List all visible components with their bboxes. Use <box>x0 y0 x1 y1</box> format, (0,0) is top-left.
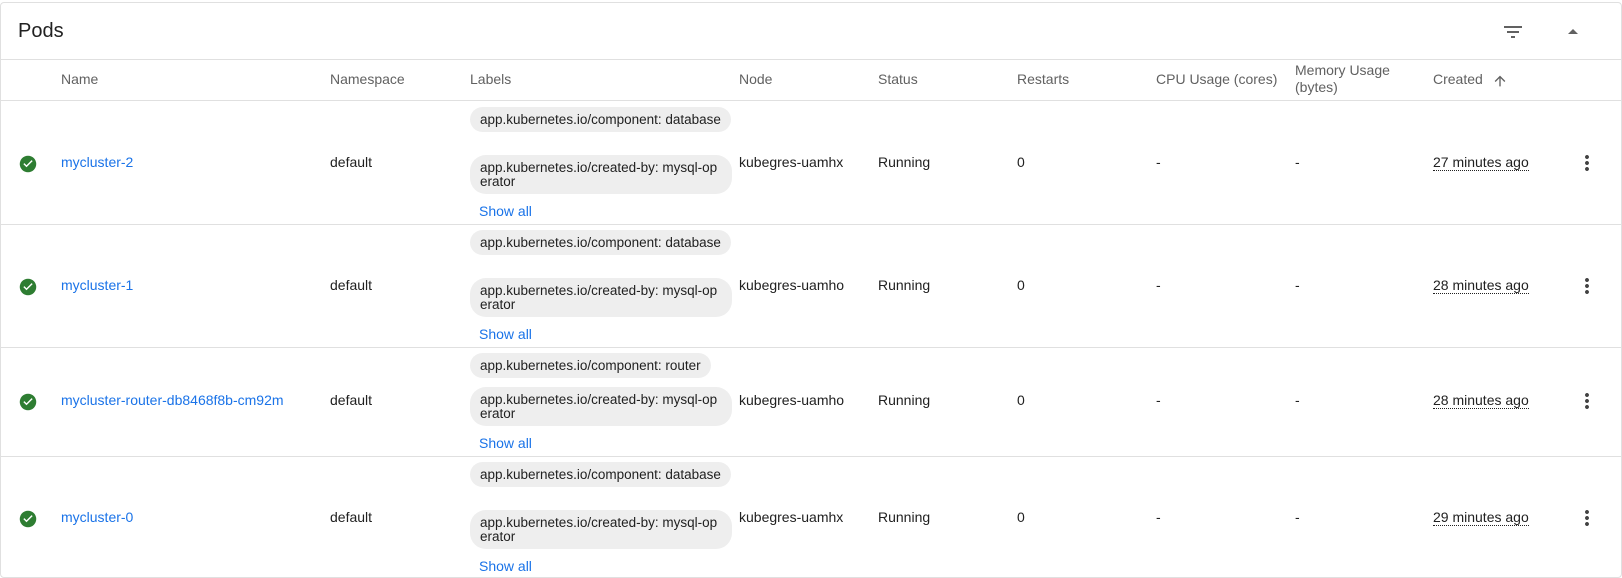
label-chip: app.kubernetes.io/created-by: mysql-oper… <box>470 278 732 317</box>
check-circle-icon <box>19 393 37 411</box>
pod-name-link[interactable]: mycluster-router-db8468f8b-cm92m <box>61 392 284 408</box>
restarts-cell: 0 <box>1017 277 1025 293</box>
status-cell: Running <box>878 392 931 408</box>
column-header-name[interactable]: Name <box>61 71 98 87</box>
pods-card: Pods Name Namespace Labels Node Status R… <box>0 2 1622 578</box>
column-header-memory-line2: (bytes) <box>1295 79 1338 95</box>
pod-name-link[interactable]: mycluster-2 <box>61 154 133 170</box>
pod-name-link[interactable]: mycluster-1 <box>61 277 133 293</box>
created-timestamp[interactable]: 28 minutes ago <box>1433 278 1529 294</box>
table-row: mycluster-2 default app.kubernetes.io/co… <box>1 102 1621 225</box>
status-cell: Running <box>878 509 931 525</box>
check-circle-icon <box>19 155 37 173</box>
node-cell: kubegres-uamho <box>739 277 845 293</box>
node-cell: kubegres-uamhx <box>739 509 844 525</box>
memory-usage-cell: - <box>1295 277 1300 293</box>
show-all-labels-link[interactable]: Show all <box>479 435 532 451</box>
column-header-namespace[interactable]: Namespace <box>330 71 405 87</box>
table-row: mycluster-router-db8468f8b-cm92m default… <box>1 348 1621 457</box>
table-row: mycluster-1 default app.kubernetes.io/co… <box>1 225 1621 348</box>
label-chip: app.kubernetes.io/created-by: mysql-oper… <box>470 387 732 426</box>
node-cell: kubegres-uamho <box>739 392 845 408</box>
column-header-memory[interactable]: Memory Usage (bytes) <box>1295 62 1390 96</box>
label-chip: app.kubernetes.io/created-by: mysql-oper… <box>470 155 732 194</box>
filter-icon[interactable] <box>1501 20 1525 44</box>
more-actions-icon[interactable] <box>1575 389 1599 413</box>
more-actions-icon[interactable] <box>1575 274 1599 298</box>
cpu-usage-cell: - <box>1156 277 1161 293</box>
label-chip: app.kubernetes.io/created-by: mysql-oper… <box>470 510 732 549</box>
collapse-icon[interactable] <box>1561 20 1585 44</box>
column-header-node[interactable]: Node <box>739 71 772 87</box>
column-header-cpu[interactable]: CPU Usage (cores) <box>1156 71 1277 87</box>
cpu-usage-cell: - <box>1156 154 1161 170</box>
label-chip: app.kubernetes.io/component: router <box>470 353 711 378</box>
restarts-cell: 0 <box>1017 154 1025 170</box>
memory-usage-cell: - <box>1295 392 1300 408</box>
more-actions-icon[interactable] <box>1575 151 1599 175</box>
restarts-cell: 0 <box>1017 392 1025 408</box>
label-chip: app.kubernetes.io/component: database <box>470 462 731 487</box>
label-chip: app.kubernetes.io/component: database <box>470 107 731 132</box>
check-circle-icon <box>19 278 37 296</box>
namespace-cell: default <box>330 154 373 170</box>
namespace-cell: default <box>330 392 373 408</box>
cpu-usage-cell: - <box>1156 392 1161 408</box>
show-all-labels-link[interactable]: Show all <box>479 558 532 574</box>
created-timestamp[interactable]: 28 minutes ago <box>1433 393 1529 409</box>
check-circle-icon <box>19 510 37 528</box>
column-header-memory-line1: Memory Usage <box>1295 62 1390 78</box>
restarts-cell: 0 <box>1017 509 1025 525</box>
show-all-labels-link[interactable]: Show all <box>479 203 532 219</box>
page-title: Pods <box>18 20 64 42</box>
card-header: Pods <box>1 3 1621 60</box>
column-header-restarts[interactable]: Restarts <box>1017 71 1069 87</box>
memory-usage-cell: - <box>1295 154 1300 170</box>
label-chip: app.kubernetes.io/component: database <box>470 230 731 255</box>
namespace-cell: default <box>330 277 373 293</box>
status-cell: Running <box>878 277 931 293</box>
created-timestamp[interactable]: 29 minutes ago <box>1433 510 1529 526</box>
more-actions-icon[interactable] <box>1575 506 1599 530</box>
pod-name-link[interactable]: mycluster-0 <box>61 509 133 525</box>
table-row: mycluster-0 default app.kubernetes.io/co… <box>1 457 1621 577</box>
column-header-status[interactable]: Status <box>878 71 918 87</box>
show-all-labels-link[interactable]: Show all <box>479 326 532 342</box>
column-header-created[interactable]: Created <box>1433 71 1483 87</box>
namespace-cell: default <box>330 509 373 525</box>
created-timestamp[interactable]: 27 minutes ago <box>1433 155 1529 171</box>
memory-usage-cell: - <box>1295 509 1300 525</box>
node-cell: kubegres-uamhx <box>739 154 844 170</box>
column-header-labels: Labels <box>470 71 512 87</box>
table-header: Name Namespace Labels Node Status Restar… <box>1 61 1621 101</box>
status-cell: Running <box>878 154 931 170</box>
sort-ascending-icon[interactable] <box>1492 73 1508 89</box>
cpu-usage-cell: - <box>1156 509 1161 525</box>
